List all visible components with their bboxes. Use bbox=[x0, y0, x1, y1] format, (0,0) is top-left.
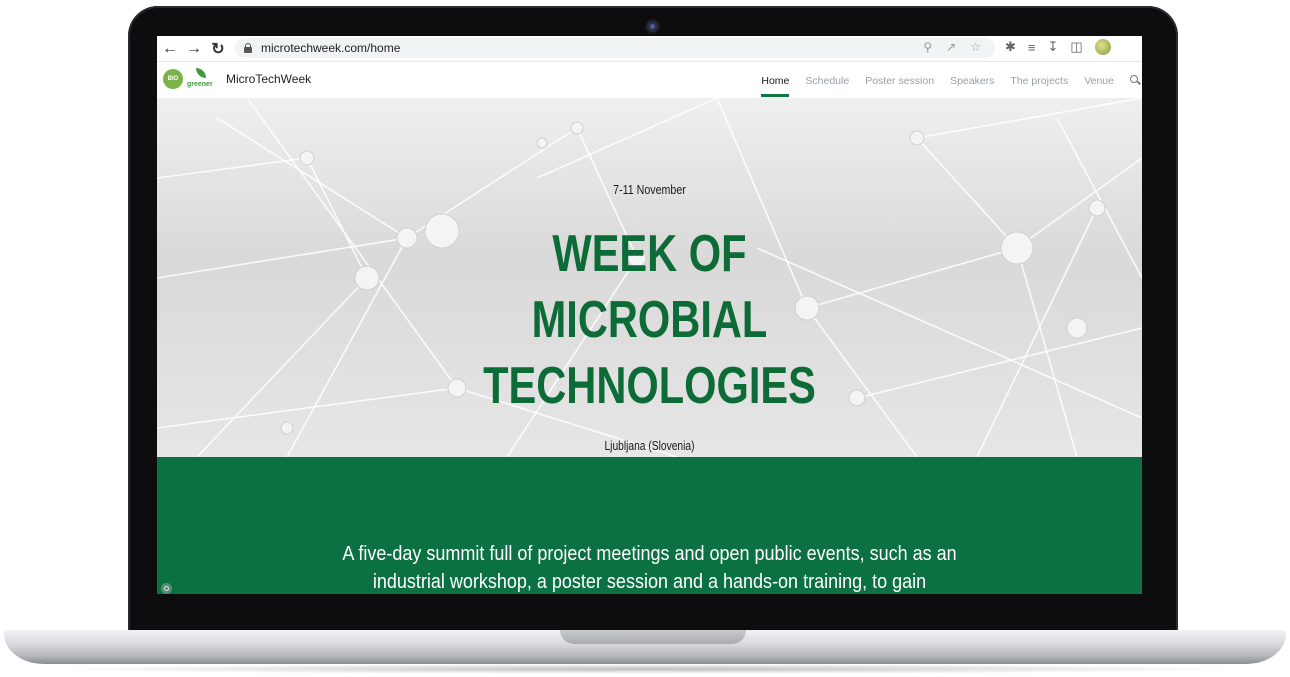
hero-title-line3: TECHNOLOGIES bbox=[483, 357, 816, 415]
hero-title-line1: WEEK OF bbox=[552, 225, 747, 283]
screen: ← → ↻ microtechweek.com/home ⚲ ↗ ☆ ✱ ≡ ↧… bbox=[157, 36, 1142, 594]
laptop-notch bbox=[560, 630, 746, 644]
recaptcha-badge-icon[interactable] bbox=[161, 583, 172, 594]
hero-section: 7-11 November WEEK OF MICROBIAL TECHNOLO… bbox=[157, 98, 1142, 457]
menu-speakers[interactable]: Speakers bbox=[950, 62, 994, 98]
download-icon[interactable]: ↧ bbox=[1048, 39, 1059, 55]
webcam bbox=[647, 21, 658, 32]
lock-icon bbox=[244, 43, 252, 53]
url-text[interactable]: microtechweek.com/home bbox=[261, 41, 400, 55]
back-arrow-icon[interactable]: ← bbox=[159, 38, 181, 60]
menu-schedule[interactable]: Schedule bbox=[805, 62, 849, 98]
side-panel-icon[interactable]: ◫ bbox=[1070, 39, 1082, 55]
hero-title-line2: MICROBIAL bbox=[531, 291, 768, 349]
event-location: Ljubljana (Slovenia) bbox=[604, 439, 695, 453]
event-date: 7-11 November bbox=[613, 182, 686, 197]
star-icon[interactable]: ☆ bbox=[970, 40, 981, 54]
extensions-icon[interactable]: ✱ bbox=[1005, 39, 1016, 55]
intro-line1: A five-day summit full of project meetin… bbox=[342, 543, 957, 565]
profile-avatar-icon[interactable] bbox=[1094, 39, 1111, 55]
main-menu: Home Schedule Poster session Speakers Th… bbox=[761, 62, 1142, 98]
hero-title: WEEK OF MICROBIAL TECHNOLOGIES bbox=[256, 221, 1044, 419]
bio-logo[interactable]: BIO bbox=[163, 69, 183, 89]
share-icon[interactable]: ↗ bbox=[946, 40, 956, 54]
reload-icon[interactable]: ↻ bbox=[207, 38, 229, 60]
leaf-icon bbox=[196, 68, 206, 78]
greener-logo-text: greener bbox=[187, 81, 213, 88]
menu-venue[interactable]: Venue bbox=[1084, 62, 1114, 98]
intro-text: A five-day summit full of project meetin… bbox=[314, 540, 985, 594]
laptop-shadow bbox=[40, 664, 1250, 674]
intro-section: A five-day summit full of project meetin… bbox=[157, 457, 1142, 594]
site-brand[interactable]: MicroTechWeek bbox=[226, 72, 311, 86]
reading-list-icon[interactable]: ≡ bbox=[1028, 40, 1036, 55]
menu-home[interactable]: Home bbox=[761, 62, 790, 98]
address-bar[interactable]: microtechweek.com/home ⚲ ↗ ☆ bbox=[235, 38, 995, 58]
search-icon[interactable] bbox=[1130, 75, 1140, 85]
forward-arrow-icon[interactable]: → bbox=[183, 38, 205, 60]
menu-projects[interactable]: The projects bbox=[1010, 62, 1068, 98]
zoom-icon[interactable]: ⚲ bbox=[923, 40, 932, 54]
browser-toolbar: ← → ↻ microtechweek.com/home ⚲ ↗ ☆ ✱ ≡ ↧… bbox=[157, 36, 1142, 62]
intro-line2: industrial workshop, a poster session an… bbox=[372, 571, 927, 593]
greener-logo[interactable]: greener bbox=[187, 68, 215, 92]
site-header: BIO greener MicroTechWeek Home Schedule … bbox=[157, 62, 1142, 98]
menu-poster-session[interactable]: Poster session bbox=[865, 62, 934, 98]
